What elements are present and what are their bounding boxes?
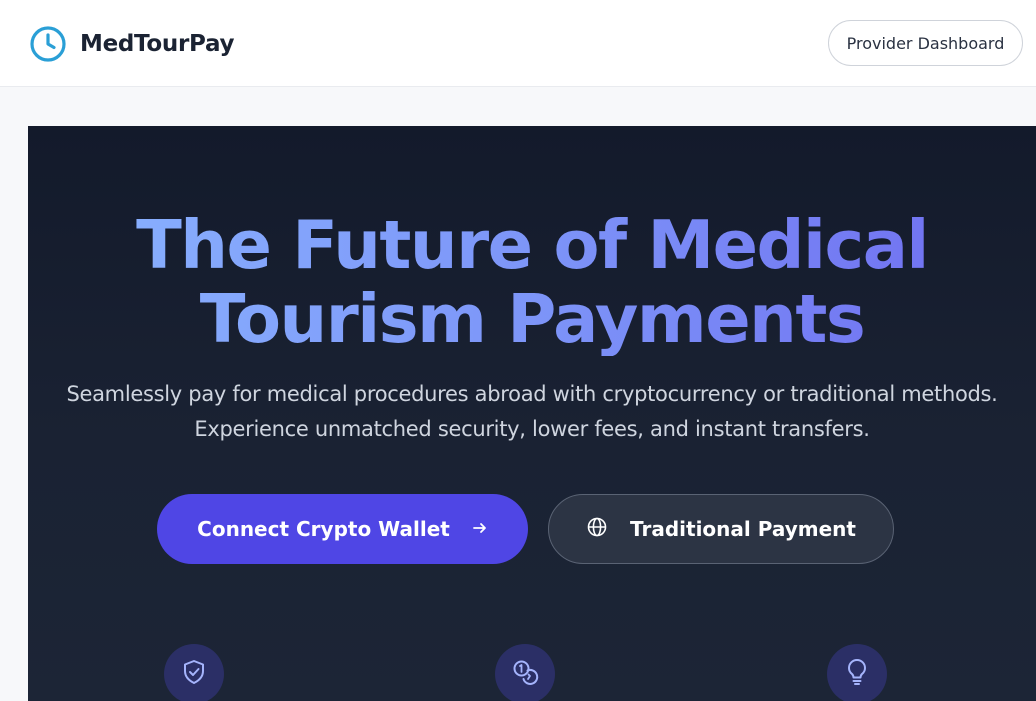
hero-section: The Future of Medical Tourism Payments S…	[28, 126, 1036, 701]
traditional-payment-button[interactable]: Traditional Payment	[548, 494, 894, 564]
connect-crypto-wallet-button[interactable]: Connect Crypto Wallet	[157, 494, 528, 564]
feature-security	[164, 644, 224, 701]
feature-instant	[827, 644, 887, 701]
subtext-line-2: Experience unmatched security, lower fee…	[194, 417, 870, 441]
brand-name: MedTourPay	[80, 31, 235, 57]
hero-headline: The Future of Medical Tourism Payments	[28, 208, 1036, 356]
provider-dashboard-button[interactable]: Provider Dashboard	[828, 20, 1023, 66]
top-header: MedTourPay Provider Dashboard	[0, 0, 1036, 87]
traditional-payment-label: Traditional Payment	[630, 517, 856, 541]
connect-crypto-wallet-label: Connect Crypto Wallet	[197, 517, 450, 541]
brand[interactable]: MedTourPay	[29, 25, 234, 63]
subtext-line-1: Seamlessly pay for medical procedures ab…	[66, 382, 998, 406]
globe-icon	[586, 516, 608, 543]
hero-subtext: Seamlessly pay for medical procedures ab…	[28, 377, 1036, 447]
headline-line-2: Tourism Payments	[199, 280, 865, 358]
coins-icon	[510, 657, 540, 691]
headline-line-1: The Future of Medical	[136, 206, 928, 284]
shield-check-icon	[180, 658, 208, 690]
clock-icon	[29, 25, 67, 63]
arrow-right-icon	[472, 517, 488, 541]
feature-fees	[495, 644, 555, 701]
lightbulb-icon	[843, 658, 871, 690]
